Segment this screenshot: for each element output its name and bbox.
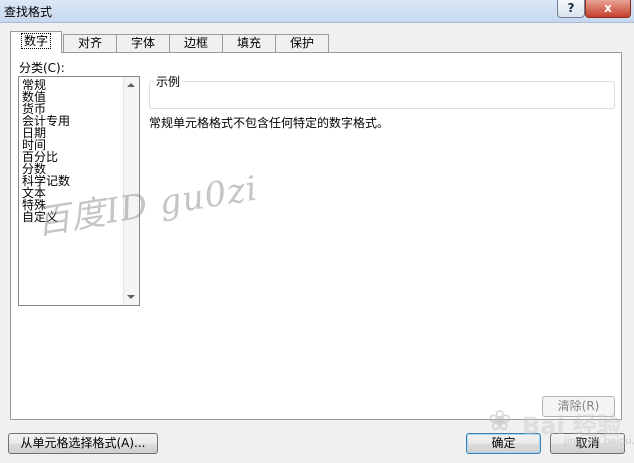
help-button[interactable]: ?: [557, 0, 585, 18]
sample-box: [149, 81, 615, 109]
tab-font[interactable]: 字体: [116, 34, 170, 52]
format-description: 常规单元格格式不包含任何特定的数字格式。: [149, 116, 390, 130]
ok-button[interactable]: 确定: [466, 433, 541, 454]
scroll-up-icon[interactable]: [127, 83, 135, 87]
title-bar: 查找格式 ? x: [0, 0, 634, 23]
tab-fill[interactable]: 填充: [222, 34, 276, 52]
tab-alignment[interactable]: 对齐: [63, 34, 117, 52]
sample-label: 示例: [154, 73, 183, 90]
number-tab-panel: 分类(C): 常规 数值 货币 会计专用 日期 时间 百分比 分数 科学记数 文…: [10, 52, 622, 420]
tab-protection[interactable]: 保护: [275, 34, 329, 52]
choose-format-from-cell-button[interactable]: 从单元格选择格式(A)...: [8, 433, 158, 454]
cancel-button[interactable]: 取消: [550, 433, 625, 454]
tab-number[interactable]: 数字: [10, 31, 62, 53]
close-button[interactable]: x: [585, 0, 631, 18]
tab-border[interactable]: 边框: [169, 34, 223, 52]
category-label: 分类(C):: [19, 61, 65, 75]
clear-button[interactable]: 清除(R): [542, 396, 615, 417]
window-title: 查找格式: [4, 5, 53, 19]
scroll-down-icon[interactable]: [127, 295, 135, 299]
